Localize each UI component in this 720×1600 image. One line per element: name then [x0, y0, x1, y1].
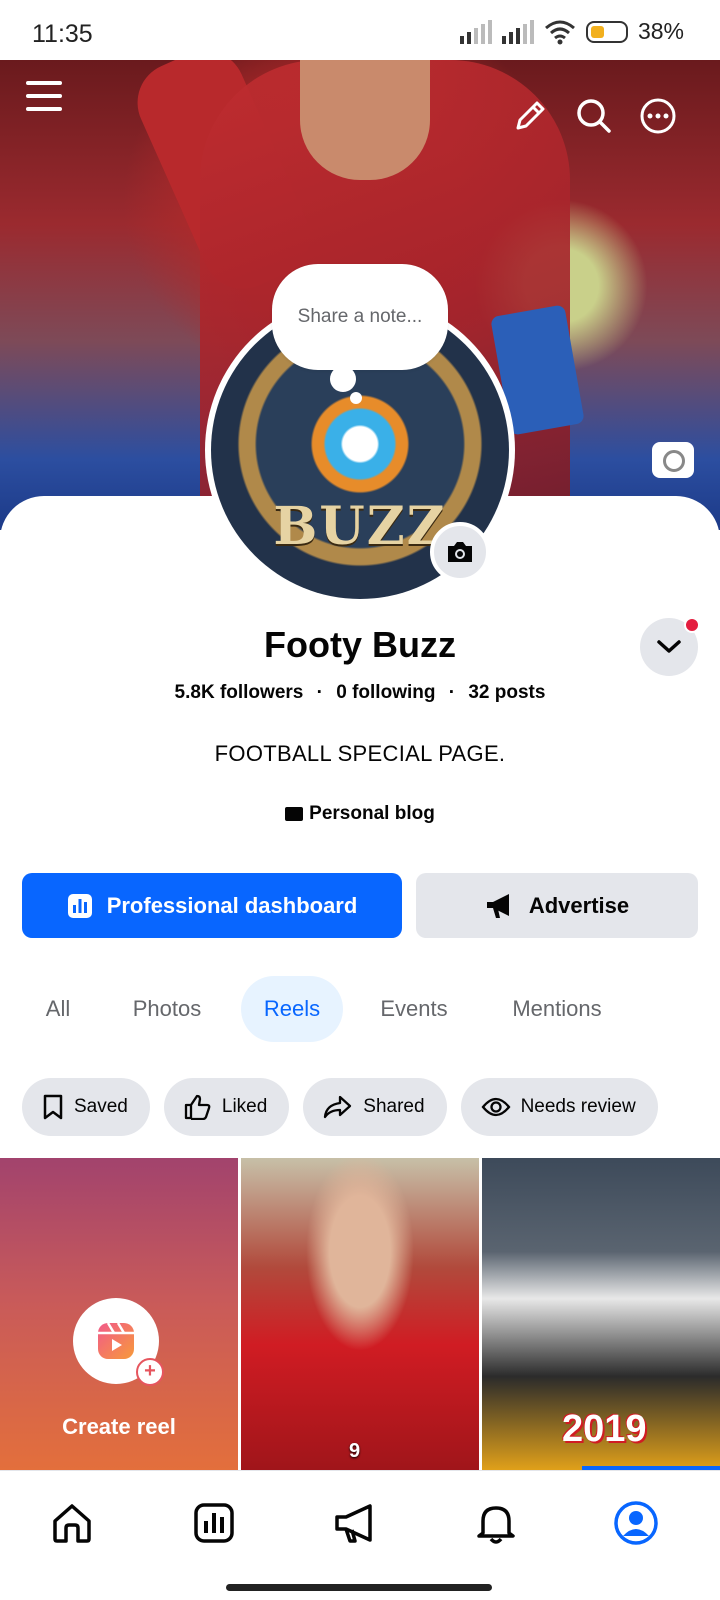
status-bar: 11:35 38%: [0, 0, 720, 60]
reel-overlay-text: 9: [349, 1440, 361, 1462]
avatar-camera-icon[interactable]: [430, 522, 490, 582]
pencil-icon[interactable]: [506, 92, 554, 140]
megaphone-icon[interactable]: [326, 1493, 386, 1553]
tab-photos[interactable]: Photos: [112, 976, 222, 1042]
signal-icon-2: [501, 19, 534, 44]
home-indicator: [226, 1584, 492, 1591]
share-icon: [324, 1095, 352, 1119]
filter-liked[interactable]: Liked: [163, 1078, 290, 1136]
reel-thumbnail[interactable]: 2019: [482, 1158, 720, 1470]
followers-count[interactable]: 5.8K followers: [175, 682, 304, 703]
reels-grid: + Create reel 9 2019: [0, 1158, 720, 1470]
reel-thumbnail[interactable]: 9: [241, 1158, 479, 1470]
reel-overlay-text: 2019: [562, 1408, 647, 1450]
profile-bio: FOOTBALL SPECIAL PAGE.: [214, 741, 506, 766]
status-indicators: 38%: [459, 18, 684, 45]
create-reel-tile[interactable]: + Create reel: [0, 1158, 238, 1470]
bell-icon[interactable]: [466, 1493, 526, 1553]
tab-reels[interactable]: Reels: [241, 976, 343, 1042]
wifi-icon: [544, 20, 575, 44]
dashboard-icon[interactable]: [184, 1493, 244, 1553]
home-icon[interactable]: [42, 1493, 102, 1553]
signal-icon: [459, 19, 492, 44]
advertise-label: Advertise: [528, 892, 630, 918]
bookmark-icon: [43, 1094, 63, 1120]
folder-icon: [285, 807, 304, 821]
megaphone-icon: [486, 893, 509, 918]
share-note-text: Share a note...: [297, 306, 423, 327]
share-note-bubble[interactable]: Share a note...: [272, 264, 448, 370]
tab-mentions[interactable]: Mentions: [490, 976, 624, 1042]
chart-icon: [67, 893, 92, 918]
tab-events[interactable]: Events: [362, 976, 466, 1042]
filter-shared[interactable]: Shared: [303, 1078, 447, 1136]
status-time: 11:35: [32, 20, 93, 48]
cover-camera-icon[interactable]: [652, 442, 694, 478]
profile-icon[interactable]: [606, 1493, 666, 1553]
tab-all[interactable]: All: [22, 976, 94, 1042]
filter-saved[interactable]: Saved: [22, 1078, 150, 1136]
advertise-button[interactable]: Advertise: [416, 873, 698, 938]
eye-icon: [481, 1097, 511, 1117]
dashboard-label: Professional dashboard: [106, 892, 358, 918]
battery-icon: [585, 20, 628, 43]
professional-dashboard-button[interactable]: Professional dashboard: [22, 873, 402, 938]
posts-count: 32 posts: [468, 682, 546, 703]
category-label: Personal blog: [309, 803, 435, 824]
profile-stats: 5.8K followers · 0 following · 32 posts: [174, 682, 546, 703]
page-title: Footy Buzz: [264, 624, 456, 665]
bottom-navigation: [0, 1470, 720, 1576]
content-tabs: All Photos Reels Events Mentions: [0, 976, 720, 1042]
plus-icon: +: [136, 1358, 164, 1386]
following-count[interactable]: 0 following: [336, 682, 435, 703]
more-horizontal-icon[interactable]: [634, 92, 682, 140]
battery-level: 38%: [637, 18, 684, 44]
reel-filters: Saved Liked Shared Needs review: [22, 1078, 658, 1136]
profile-category: Personal blog: [0, 803, 720, 825]
create-reel-label: Create reel: [62, 1414, 176, 1439]
filter-needs-review[interactable]: Needs review: [460, 1078, 658, 1136]
thumbs-up-icon: [184, 1094, 211, 1120]
hamburger-icon[interactable]: [20, 72, 68, 120]
search-icon[interactable]: [570, 92, 618, 140]
